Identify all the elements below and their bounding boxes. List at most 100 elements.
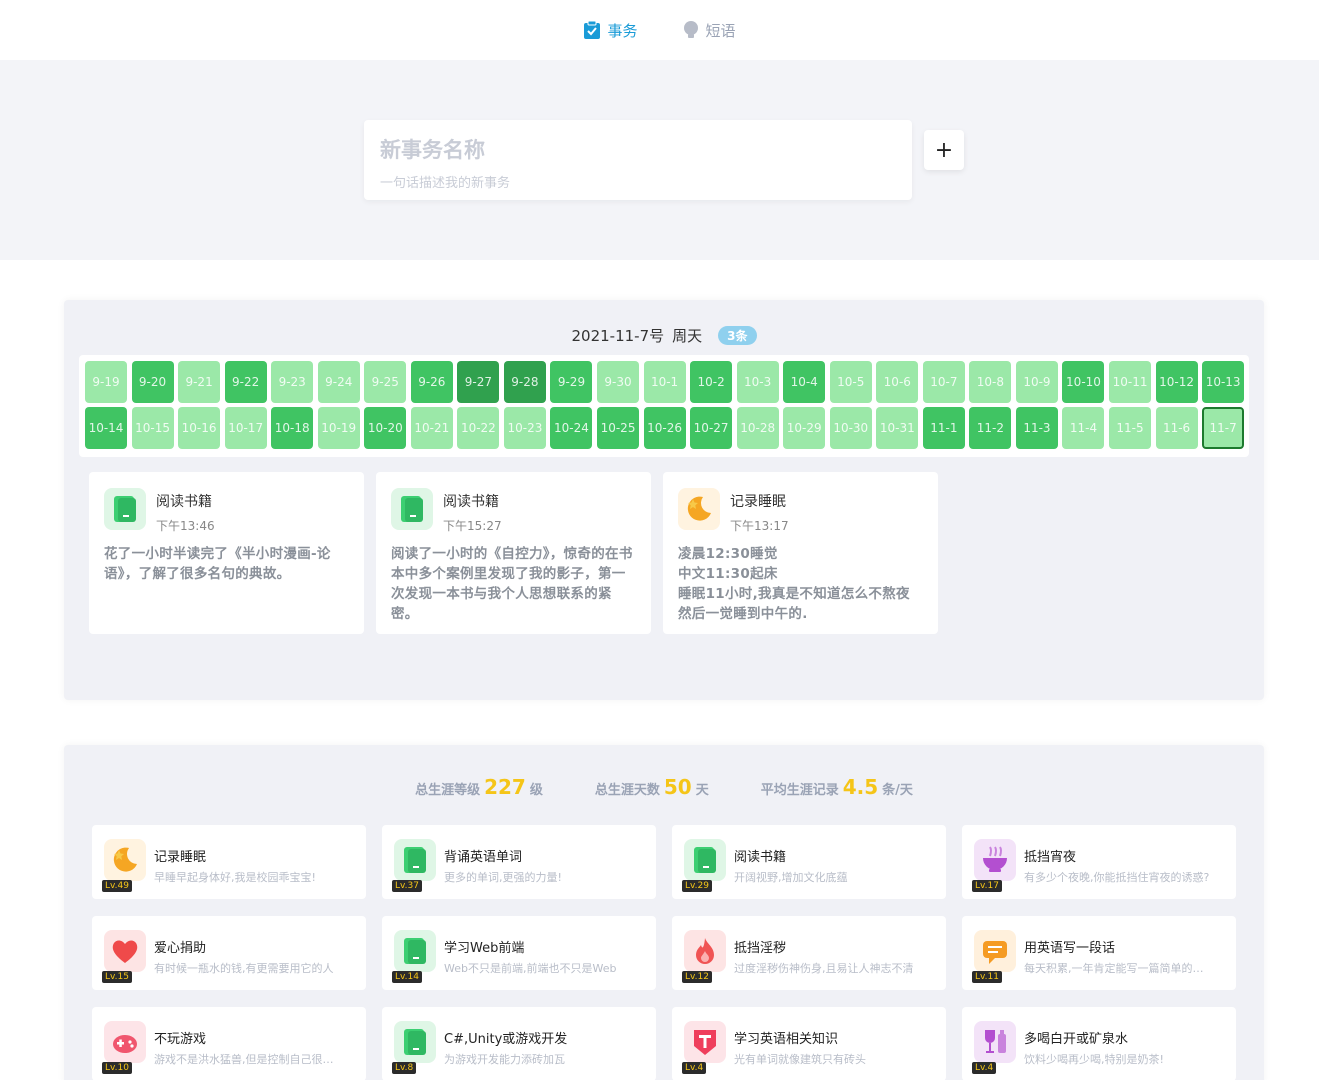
day-cell[interactable]: 11-4 (1062, 407, 1105, 449)
day-cell[interactable]: 9-22 (224, 361, 267, 403)
date-header: 2021-11-7号 周天 3条 (64, 325, 1264, 346)
entry-text-line: 睡眠11小时,我真是不知道怎么不熬夜然后一觉睡到中午的. (678, 586, 910, 622)
habit-card[interactable]: Lv.10 不玩游戏 游戏不是洪水猛兽,但是控制自己很重要 (92, 1007, 366, 1080)
day-cell[interactable]: 10-25 (597, 407, 640, 449)
day-cell[interactable]: 10-29 (783, 407, 826, 449)
stat-days: 总生涯天数 50 天 (595, 775, 709, 799)
stats-panel: 总生涯等级 227 级 总生涯天数 50 天 平均生涯记录 4.5 条/天 Lv.49 记录睡… (64, 745, 1264, 1080)
day-cell[interactable]: 9-28 (503, 361, 546, 403)
day-cell[interactable]: 10-12 (1155, 361, 1198, 403)
habit-description: 开阔视野,增加文化底蕴 (734, 871, 848, 884)
day-cell[interactable]: 10-22 (457, 407, 500, 449)
day-cell[interactable]: 10-24 (550, 407, 593, 449)
entry-text: 凌晨12:30睡觉 中文11:30起床 睡眠11小时,我真是不知道怎么不熬夜然后… (678, 544, 923, 624)
day-cell[interactable]: 10-16 (178, 407, 221, 449)
day-cell[interactable]: 10-27 (690, 407, 733, 449)
tab-affairs[interactable]: 事务 (583, 20, 638, 41)
day-cell[interactable]: 10-2 (690, 361, 733, 403)
entry-card[interactable]: 记录睡眠 下午13:17 凌晨12:30睡觉 中文11:30起床 睡眠11小时,… (663, 472, 938, 634)
top-nav: 事务 短语 (0, 0, 1319, 60)
stat-average-unit: 条/天 (882, 783, 913, 798)
noodle-bowl-icon (974, 839, 1016, 881)
day-cell[interactable]: 10-18 (271, 407, 314, 449)
habit-card[interactable]: Lv.4 多喝白开或矿泉水 饮料少喝再少喝,特别是奶茶! (962, 1007, 1236, 1080)
tab-phrases[interactable]: 短语 (682, 20, 736, 41)
day-cell[interactable]: 10-19 (317, 407, 360, 449)
day-cell[interactable]: 10-4 (783, 361, 826, 403)
new-task-title-input[interactable]: 新事务名称 (380, 134, 896, 166)
day-cell[interactable]: 10-26 (643, 407, 686, 449)
current-weekday: 周天 (672, 327, 703, 345)
new-task-section: 新事务名称 一句话描述我的新事务 + (0, 60, 1319, 260)
moon-icon (678, 488, 720, 530)
day-cell[interactable]: 9-27 (457, 361, 500, 403)
day-cell[interactable]: 10-23 (503, 407, 546, 449)
stat-average-value: 4.5 (842, 775, 879, 799)
day-cell[interactable]: 10-17 (224, 407, 267, 449)
day-cell[interactable]: 10-7 (922, 361, 965, 403)
day-cell[interactable]: 9-25 (364, 361, 407, 403)
habit-description: 饮料少喝再少喝,特别是奶茶! (1024, 1053, 1164, 1066)
day-cell[interactable]: 9-20 (131, 361, 174, 403)
day-cell[interactable]: 9-24 (317, 361, 360, 403)
entry-card[interactable]: 阅读书籍 下午15:27 阅读了一小时的《自控力》，惊奇的在书本中多个案例里发现… (376, 472, 651, 634)
day-cell[interactable]: 9-30 (597, 361, 640, 403)
new-task-desc-input[interactable]: 一句话描述我的新事务 (380, 172, 896, 191)
day-cell[interactable]: 11-2 (969, 407, 1012, 449)
habit-card[interactable]: Lv.49 记录睡眠 早睡早起身体好,我是校园乖宝宝! (92, 825, 366, 899)
entry-list: 阅读书籍 下午13:46 花了一小时半读完了《半小时漫画-论语》，了解了很多名句… (89, 472, 938, 634)
heart-icon (104, 930, 146, 972)
habit-card[interactable]: Lv.11 用英语写一段话 每天积累,一年肯定能写一篇简单的文章 (962, 916, 1236, 990)
day-cell[interactable]: 10-3 (736, 361, 779, 403)
entry-time: 下午13:17 (730, 519, 789, 533)
day-cell[interactable]: 9-23 (271, 361, 314, 403)
habit-card[interactable]: Lv.14 学习Web前端 Web不只是前端,前端也不只是Web (382, 916, 656, 990)
entry-card[interactable]: 阅读书籍 下午13:46 花了一小时半读完了《半小时漫画-论语》，了解了很多名句… (89, 472, 364, 634)
day-cell[interactable]: 10-9 (1015, 361, 1058, 403)
green-book-icon (394, 839, 436, 881)
day-cell[interactable]: 10-6 (876, 361, 919, 403)
lightbulb-icon (683, 21, 698, 38)
add-task-button[interactable]: + (924, 130, 964, 170)
habit-card[interactable]: Lv.12 抵挡淫秽 过度淫秽伤神伤身,且易让人神志不清 (672, 916, 946, 990)
day-cell[interactable]: 10-21 (410, 407, 453, 449)
day-cell[interactable]: 9-21 (178, 361, 221, 403)
habit-name: 背诵英语单词 (444, 850, 523, 865)
day-cell[interactable]: 11-7 (1202, 407, 1245, 449)
day-cell[interactable]: 11-3 (1015, 407, 1058, 449)
habit-card[interactable]: Lv.15 爱心捐助 有时候一瓶水的钱,有更需要用它的人 (92, 916, 366, 990)
habit-card[interactable]: Lv.37 背诵英语单词 更多的单词,更强的力量! (382, 825, 656, 899)
day-cell[interactable]: 10-5 (829, 361, 872, 403)
habit-card[interactable]: Lv.4 学习英语相关知识 光有单词就像建筑只有砖头 (672, 1007, 946, 1080)
entry-count-badge: 3条 (718, 326, 757, 345)
day-cell[interactable]: 10-1 (643, 361, 686, 403)
clipboard-check-icon (584, 20, 601, 39)
day-cell[interactable]: 10-13 (1202, 361, 1245, 403)
day-cell[interactable]: 10-14 (85, 407, 127, 449)
day-cell[interactable]: 11-1 (922, 407, 965, 449)
day-cell[interactable]: 9-29 (550, 361, 593, 403)
habit-card[interactable]: Lv.8 C#,Unity或游戏开发 为游戏开发能力添砖加瓦 (382, 1007, 656, 1080)
habit-card[interactable]: Lv.29 阅读书籍 开阔视野,增加文化底蕴 (672, 825, 946, 899)
habit-card[interactable]: Lv.17 抵挡宵夜 有多少个夜晚,你能抵挡住宵夜的诱惑? (962, 825, 1236, 899)
day-cell[interactable]: 10-10 (1062, 361, 1105, 403)
day-cell[interactable]: 10-31 (876, 407, 919, 449)
new-task-card[interactable]: 新事务名称 一句话描述我的新事务 (364, 120, 912, 200)
day-cell[interactable]: 10-30 (829, 407, 872, 449)
day-cell[interactable]: 11-5 (1109, 407, 1152, 449)
day-cell[interactable]: 10-8 (969, 361, 1012, 403)
day-cell[interactable]: 11-6 (1155, 407, 1198, 449)
habit-name: 记录睡眠 (154, 850, 207, 865)
habit-description: 每天积累,一年肯定能写一篇简单的文章 (1024, 962, 1210, 975)
habit-description: 光有单词就像建筑只有砖头 (734, 1053, 866, 1066)
day-cell[interactable]: 10-11 (1109, 361, 1152, 403)
day-cell[interactable]: 10-15 (131, 407, 174, 449)
day-cell[interactable]: 9-19 (85, 361, 127, 403)
habit-level-badge: Lv.14 (392, 971, 422, 983)
day-cell[interactable]: 10-20 (364, 407, 407, 449)
habit-description: 早睡早起身体好,我是校园乖宝宝! (154, 871, 316, 884)
day-cell[interactable]: 10-28 (736, 407, 779, 449)
habit-name: 学习英语相关知识 (734, 1032, 839, 1047)
stat-days-label: 总生涯天数 (594, 783, 660, 798)
day-cell[interactable]: 9-26 (410, 361, 453, 403)
